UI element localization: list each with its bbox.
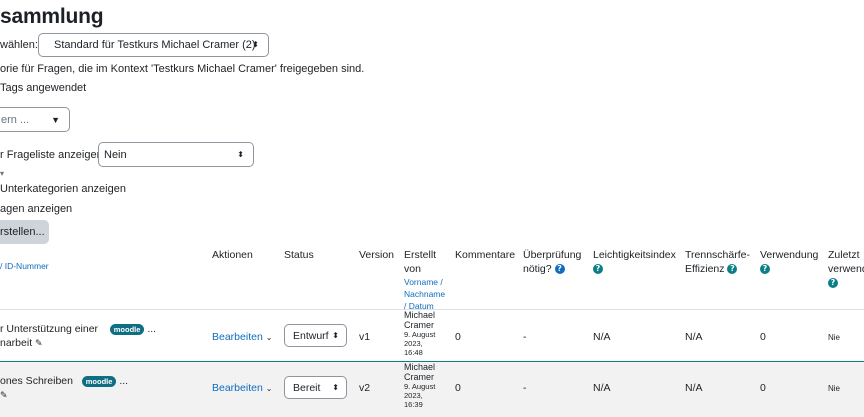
tag-badge: moodle <box>81 375 117 387</box>
tag-badge: moodle <box>109 323 145 335</box>
chevron-updown-icon: ⬍ <box>332 330 339 340</box>
pencil-icon[interactable]: ✎ <box>0 390 8 400</box>
subcategories-checkbox-label[interactable]: Unterkategorien anzeigen <box>0 183 126 195</box>
facility-cell: N/A <box>593 382 611 394</box>
old-questions-checkbox-label[interactable]: agen anzeigen <box>0 203 72 215</box>
header-facility: Leichtigkeitsindex ? <box>593 249 676 275</box>
help-icon[interactable]: ? <box>727 264 738 275</box>
create-question-button[interactable]: rstellen... <box>0 220 49 244</box>
tags-applied-text: Tags angewendet <box>0 82 87 94</box>
author-cell: Michael Cramer 9. August 2023, 16:39 <box>404 362 436 409</box>
header-discrimination: Trennschärfe- Effizienz ? <box>685 249 750 275</box>
discrimination-cell: N/A <box>685 382 703 394</box>
chevron-updown-icon: ⬍ <box>252 40 259 49</box>
show-text-value: Nein <box>104 148 127 161</box>
usage-cell[interactable]: 0 <box>760 382 766 394</box>
more-tags-link[interactable]: ... <box>147 323 156 335</box>
category-select-value: Standard für Testkurs Michael Cramer (2) <box>54 39 256 51</box>
review-cell: - <box>523 331 527 343</box>
chevron-updown-icon: ⬍ <box>237 149 244 159</box>
header-usage: Verwendung ? <box>760 249 819 275</box>
show-text-select[interactable]: Nein ⬍ <box>98 142 254 167</box>
chevron-down-icon: ⌄ <box>265 333 273 342</box>
version-cell: v2 <box>359 382 371 394</box>
question-name: r Unterstützung einer <box>0 323 99 335</box>
caret-down-icon: ▼ <box>51 114 60 125</box>
question-name: ones Schreiben <box>0 375 73 387</box>
filter-dropdown[interactable]: ern ... ▼ <box>0 107 70 132</box>
pencil-icon[interactable]: ✎ <box>35 338 43 348</box>
show-text-label: r Frageliste anzeigen? <box>0 149 109 161</box>
page-title: sammlung <box>0 5 104 28</box>
question-name-cont: narbeit <box>0 337 33 349</box>
comments-cell[interactable]: 0 <box>455 331 461 343</box>
chevron-down-icon: ⌄ <box>265 384 273 393</box>
help-icon[interactable]: ? <box>760 264 770 275</box>
header-last-used: Zuletzt verwendet ? <box>828 249 864 289</box>
status-select[interactable]: Entwurf ⬍ <box>284 324 347 347</box>
help-icon[interactable]: ? <box>554 264 565 275</box>
sort-id-number-link[interactable]: / ID-Nummer <box>0 261 49 271</box>
sort-lastname-link[interactable]: Nachname <box>404 288 445 300</box>
discrimination-cell: N/A <box>685 331 703 343</box>
header-comments[interactable]: Kommentare <box>455 248 515 262</box>
usage-cell[interactable]: 0 <box>760 331 766 343</box>
chevron-updown-icon: ⬍ <box>332 382 339 392</box>
category-select-label: wählen: <box>0 39 38 51</box>
filter-dropdown-text: ern ... <box>1 113 30 126</box>
edit-menu-button[interactable]: Bearbeiten ⌄ <box>212 331 272 343</box>
sort-firstname-link[interactable]: Vorname / <box>404 276 445 288</box>
category-description: orie für Fragen, die im Kontext 'Testkur… <box>0 63 365 75</box>
author-cell: Michael Cramer 9. August 2023, 16:48 <box>404 310 436 357</box>
help-icon[interactable]: ? <box>828 278 838 289</box>
category-select[interactable]: Standard für Testkurs Michael Cramer (2)… <box>38 33 269 57</box>
review-cell: - <box>523 382 527 394</box>
edit-menu-button[interactable]: Bearbeiten ⌄ <box>212 382 272 394</box>
more-tags-link[interactable]: ... <box>119 375 128 387</box>
comments-cell[interactable]: 0 <box>455 382 461 394</box>
status-select[interactable]: Bereit ⬍ <box>284 376 347 399</box>
header-created-by: Erstellt von Vorname / Nachname / Datum <box>404 249 446 311</box>
header-review: Überprüfung nötig? ? <box>523 249 582 275</box>
header-actions: Aktionen <box>212 249 253 261</box>
last-used-cell: Nie <box>828 333 841 342</box>
version-cell: v1 <box>359 331 371 343</box>
small-caret-icon: ▾ <box>0 169 5 178</box>
header-version: Version <box>359 249 395 261</box>
last-used-cell: Nie <box>828 384 841 393</box>
header-status[interactable]: Status <box>284 248 314 262</box>
help-icon[interactable]: ? <box>593 264 603 275</box>
facility-cell: N/A <box>593 331 611 343</box>
